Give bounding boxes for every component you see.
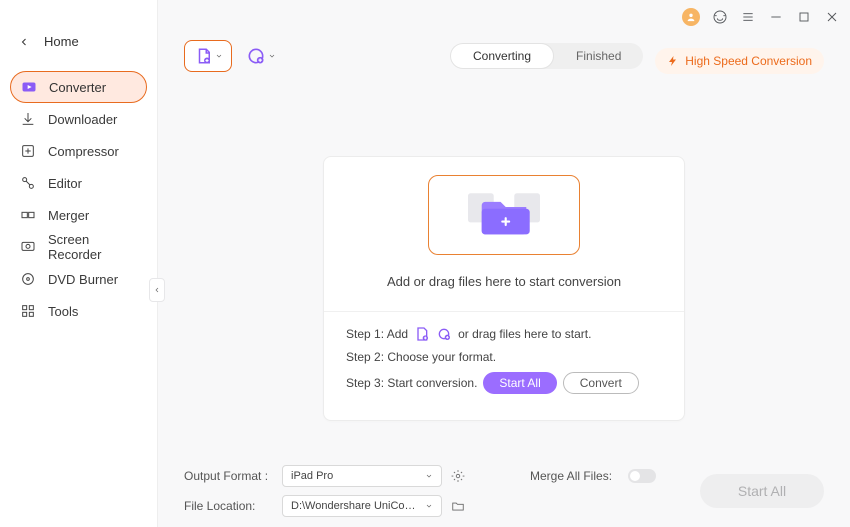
tab-finished[interactable]: Finished — [554, 43, 643, 69]
merge-files-label: Merge All Files: — [530, 469, 620, 483]
tab-label: Converting — [473, 49, 531, 63]
sidebar-item-tools[interactable]: Tools — [10, 295, 147, 327]
start-all-button[interactable]: Start All — [483, 372, 556, 394]
home-label: Home — [44, 34, 79, 49]
sidebar-item-downloader[interactable]: Downloader — [10, 103, 147, 135]
bottom-bar: Output Format : iPad Pro Merge All Files… — [184, 451, 824, 517]
screen-recorder-icon — [20, 239, 36, 255]
lightning-icon — [667, 55, 679, 67]
sidebar-item-dvd-burner[interactable]: DVD Burner — [10, 263, 147, 295]
add-file-icon — [414, 326, 430, 342]
chevron-down-icon — [425, 472, 433, 480]
sidebar-item-converter[interactable]: Converter — [10, 71, 147, 103]
merge-files-toggle[interactable] — [628, 469, 656, 483]
start-all-main-button[interactable]: Start All — [700, 474, 824, 508]
tools-icon — [20, 303, 36, 319]
select-value: iPad Pro — [291, 470, 333, 482]
downloader-icon — [20, 111, 36, 127]
merger-icon — [20, 207, 36, 223]
status-tabs: Converting Finished — [450, 43, 643, 69]
dropzone[interactable] — [428, 175, 580, 255]
converter-icon — [21, 79, 37, 95]
sidebar-item-label: Downloader — [48, 112, 117, 127]
sidebar-item-label: Merger — [48, 208, 89, 223]
folder-add-icon — [449, 183, 559, 248]
step-text: Step 3: Start conversion. — [346, 376, 477, 390]
settings-icon[interactable] — [450, 468, 466, 484]
chevron-left-icon — [18, 36, 30, 48]
chevron-down-icon — [425, 502, 433, 510]
sidebar-item-editor[interactable]: Editor — [10, 167, 147, 199]
sidebar-item-label: Tools — [48, 304, 78, 319]
add-file-button[interactable] — [184, 40, 232, 72]
convert-button[interactable]: Convert — [563, 372, 639, 394]
sidebar-item-label: Compressor — [48, 144, 119, 159]
sidebar-item-label: Screen Recorder — [48, 232, 137, 262]
output-format-select[interactable]: iPad Pro — [282, 465, 442, 487]
step-2: Step 2: Choose your format. — [346, 350, 662, 364]
chevron-down-icon — [215, 52, 223, 60]
sidebar-item-compressor[interactable]: Compressor — [10, 135, 147, 167]
dropzone-message: Add or drag files here to start conversi… — [324, 274, 684, 289]
sidebar-item-label: Editor — [48, 176, 82, 191]
tab-converting[interactable]: Converting — [450, 43, 554, 69]
step-text: Step 2: Choose your format. — [346, 350, 496, 364]
speed-badge-label: High Speed Conversion — [685, 54, 812, 68]
add-url-button[interactable] — [246, 46, 276, 66]
tab-label: Finished — [576, 49, 621, 63]
select-value: D:\Wondershare UniConverter 1 — [291, 500, 421, 512]
sidebar-item-label: DVD Burner — [48, 272, 118, 287]
compressor-icon — [20, 143, 36, 159]
editor-icon — [20, 175, 36, 191]
dvd-icon — [20, 271, 36, 287]
step-text: Step 1: Add — [346, 327, 408, 341]
high-speed-badge[interactable]: High Speed Conversion — [655, 48, 824, 74]
open-folder-icon[interactable] — [450, 498, 466, 514]
sidebar-item-screen-recorder[interactable]: Screen Recorder — [10, 231, 147, 263]
sidebar-item-label: Converter — [49, 80, 106, 95]
step-3: Step 3: Start conversion. Start All Conv… — [346, 372, 662, 394]
conversion-card: Add or drag files here to start conversi… — [323, 156, 685, 421]
home-button[interactable]: Home — [0, 26, 157, 67]
add-file-icon — [195, 47, 213, 65]
chevron-down-icon — [268, 52, 276, 60]
sidebar-item-merger[interactable]: Merger — [10, 199, 147, 231]
file-location-label: File Location: — [184, 499, 274, 513]
file-location-select[interactable]: D:\Wondershare UniConverter 1 — [282, 495, 442, 517]
step-text: or drag files here to start. — [458, 327, 591, 341]
add-url-icon — [436, 326, 452, 342]
add-url-icon — [246, 46, 266, 66]
step-1: Step 1: Add or drag files here to start. — [346, 326, 662, 342]
output-format-label: Output Format : — [184, 469, 274, 483]
sidebar: Home Converter Downloader Compressor Edi… — [0, 0, 158, 527]
